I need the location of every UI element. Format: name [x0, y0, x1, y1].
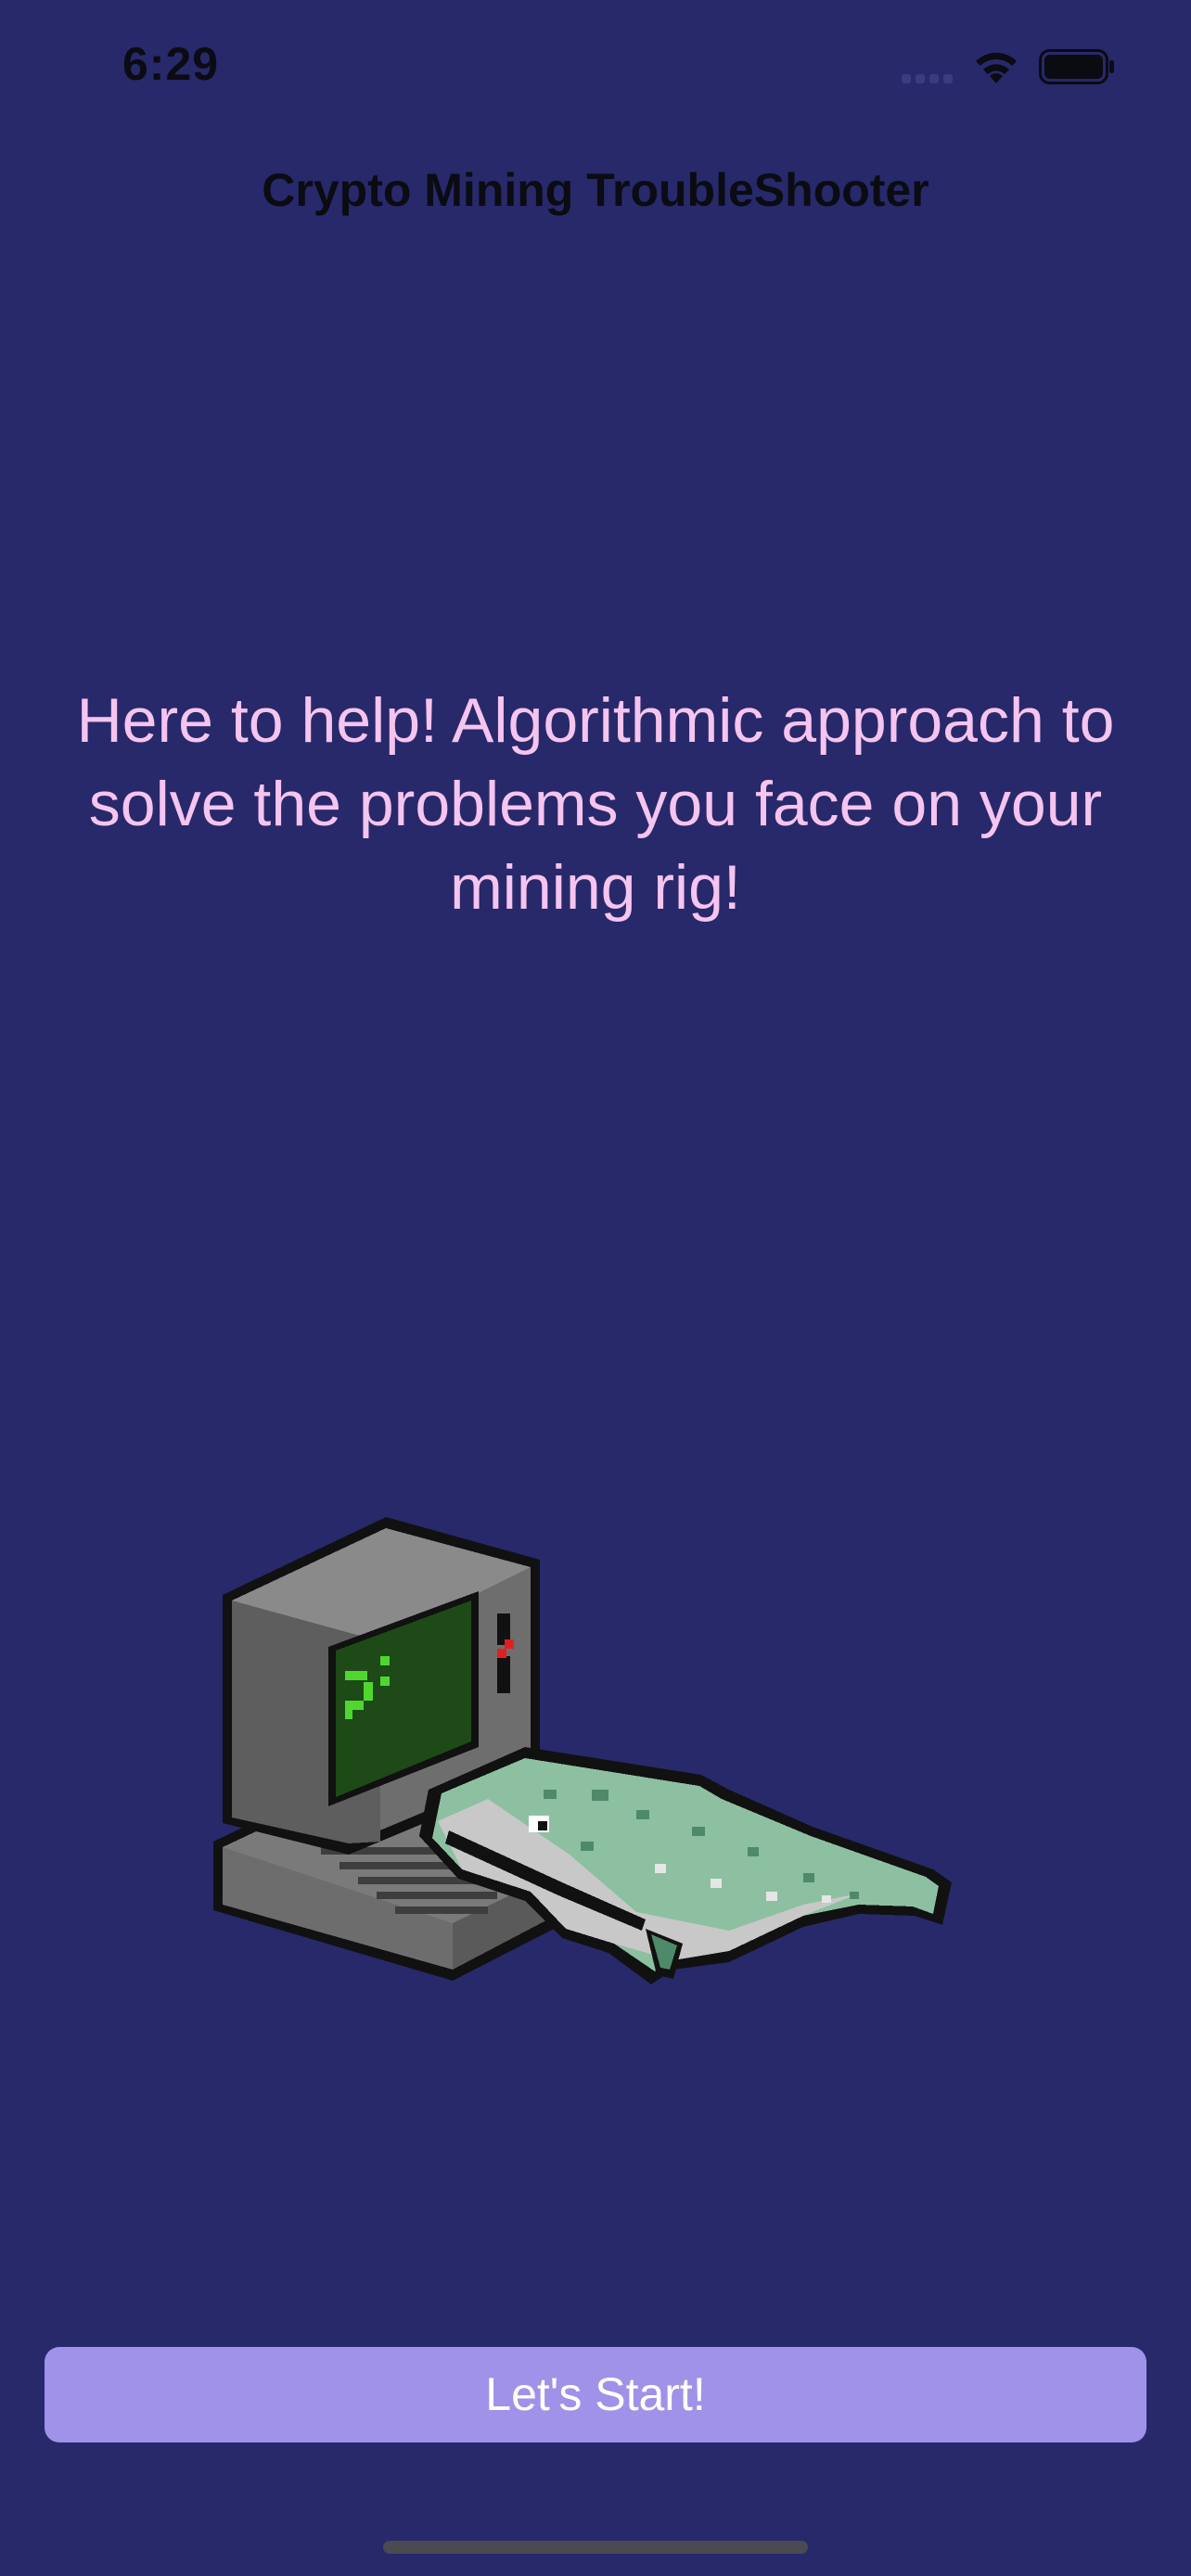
page-title: Crypto Mining TroubleShooter: [262, 164, 929, 216]
status-time: 6:29: [122, 38, 220, 90]
status-bar: 6:29: [0, 0, 1191, 130]
battery-icon: [1039, 49, 1114, 84]
mining-rig-illustration: [213, 1517, 952, 1984]
wifi-icon: [976, 52, 1017, 83]
start-button[interactable]: Let's Start!: [45, 2347, 1146, 2442]
cellular-signal-icon: [902, 74, 953, 83]
home-indicator[interactable]: [383, 2541, 808, 2554]
tagline-text: Here to help! Algorithmic approach to so…: [76, 685, 1115, 923]
